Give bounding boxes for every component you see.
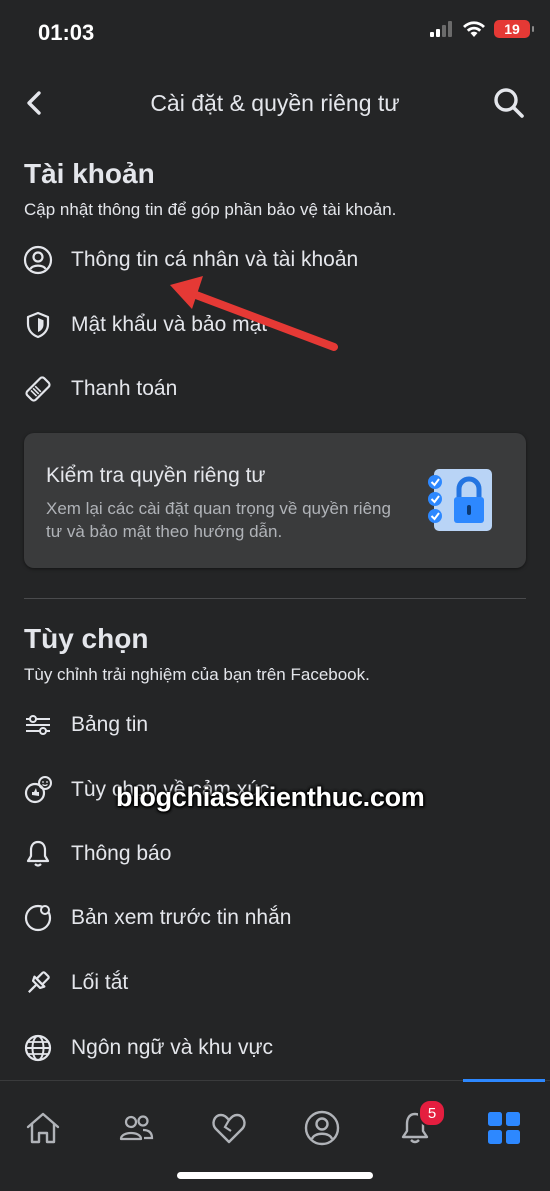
preferences-section: Tùy chọn Tùy chỉnh trải nghiệm của bạn t… (24, 623, 526, 685)
menu-item-label: Bản xem trước tin nhắn (71, 906, 292, 929)
heart-icon (212, 1113, 246, 1144)
account-section: Tài khoản Cập nhật thông tin để góp phần… (24, 158, 526, 220)
sliders-icon (22, 709, 54, 741)
person-circle-icon (22, 244, 54, 276)
menu-item-label: Ngôn ngữ và khu vực (71, 1036, 274, 1059)
message-preview-icon (22, 902, 54, 934)
menu-item-notifications[interactable]: Thông báo (22, 834, 171, 874)
home-icon (26, 1112, 60, 1144)
signal-icon (430, 21, 452, 37)
menu-item-payment[interactable]: Thanh toán (22, 369, 177, 409)
bell-icon (22, 838, 54, 870)
menu-item-label: Thông báo (71, 842, 172, 865)
tab-home[interactable] (8, 1093, 78, 1163)
menu-item-password-security[interactable]: Mật khẩu và bảo mật (22, 305, 267, 345)
privacy-checkup-description: Xem lại các cài đặt quan trọng về quyền … (46, 499, 391, 541)
section-divider (24, 598, 526, 599)
privacy-checkup-card[interactable]: Kiểm tra quyền riêng tư Xem lại các cài … (24, 433, 526, 568)
page-title: Cài đặt & quyền riêng tư (150, 90, 400, 116)
notification-badge: 5 (418, 1099, 446, 1127)
menu-grid-icon (488, 1112, 520, 1144)
wifi-icon (463, 21, 485, 37)
menu-item-label: Lối tắt (71, 971, 129, 994)
status-icons: 19 (430, 20, 534, 38)
tab-friends[interactable] (101, 1093, 171, 1163)
shield-icon (22, 309, 54, 341)
watermark: blogchiasekienthuc.com (116, 782, 425, 812)
profile-icon (304, 1110, 340, 1146)
tab-notifications[interactable]: 5 (380, 1093, 450, 1163)
pin-icon (22, 967, 54, 999)
payment-tag-icon (22, 373, 54, 405)
status-time: 01:03 (38, 20, 95, 45)
privacy-checkup-title: Kiểm tra quyền riêng tư (46, 464, 266, 487)
account-section-subtitle: Cập nhật thông tin để góp phần bảo vệ tà… (24, 200, 397, 219)
globe-icon (22, 1032, 54, 1064)
menu-item-shortcuts[interactable]: Lối tắt (22, 963, 128, 1003)
privacy-lock-checklist-icon (428, 469, 492, 531)
menu-item-label: Thông tin cá nhân và tài khoản (71, 248, 359, 271)
status-bar: 01:03 19 (0, 0, 550, 64)
active-tab-indicator (463, 1079, 545, 1082)
battery-indicator: 19 (494, 20, 534, 38)
menu-item-label: Mật khẩu và bảo mật (71, 313, 268, 336)
preferences-section-title: Tùy chọn (24, 623, 149, 654)
menu-item-news-feed[interactable]: Bảng tin (22, 705, 148, 745)
menu-item-label: Bảng tin (71, 713, 149, 736)
search-icon[interactable] (492, 86, 526, 120)
home-indicator (177, 1172, 373, 1179)
menu-item-language-region[interactable]: Ngôn ngữ và khu vực (22, 1028, 273, 1068)
nav-bar: Cài đặt & quyền riêng tư (0, 70, 550, 136)
reaction-icon (22, 774, 54, 806)
menu-item-personal-info[interactable]: Thông tin cá nhân và tài khoản (22, 240, 358, 280)
tab-profile[interactable] (287, 1093, 357, 1163)
preferences-section-subtitle: Tùy chỉnh trải nghiệm của bạn trên Faceb… (24, 665, 370, 684)
tab-dating[interactable] (194, 1093, 264, 1163)
account-section-title: Tài khoản (24, 158, 155, 189)
menu-item-message-preview[interactable]: Bản xem trước tin nhắn (22, 898, 291, 938)
menu-item-label: Thanh toán (71, 377, 178, 400)
tab-menu[interactable] (469, 1093, 539, 1163)
friends-icon (119, 1115, 154, 1141)
